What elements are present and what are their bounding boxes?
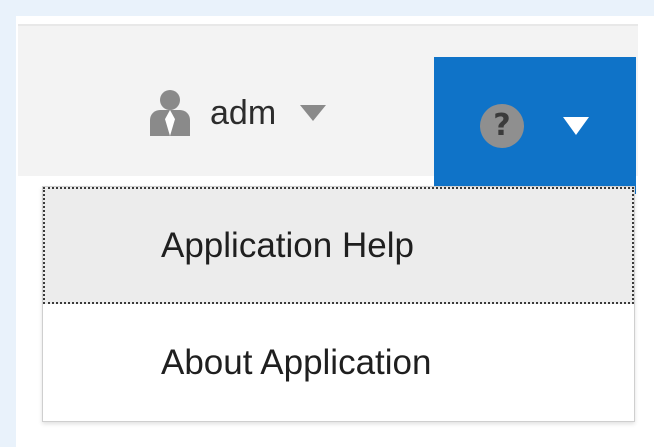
menu-item-about-application[interactable]: About Application (43, 304, 634, 421)
user-icon (148, 90, 192, 136)
user-name: adm (210, 94, 277, 132)
help-dropdown-menu: Application Help About Application (42, 186, 635, 422)
menu-item-label: Application Help (161, 225, 414, 265)
user-menu-button[interactable]: adm (148, 88, 327, 138)
global-toolbar: adm ? (18, 24, 638, 194)
menu-item-label: About Application (161, 342, 432, 382)
caret-down-icon (300, 105, 327, 121)
help-menu-button[interactable]: ? (434, 57, 636, 194)
help-icon: ? (480, 104, 524, 148)
caret-down-icon (563, 117, 589, 135)
menu-item-application-help[interactable]: Application Help (43, 187, 634, 304)
